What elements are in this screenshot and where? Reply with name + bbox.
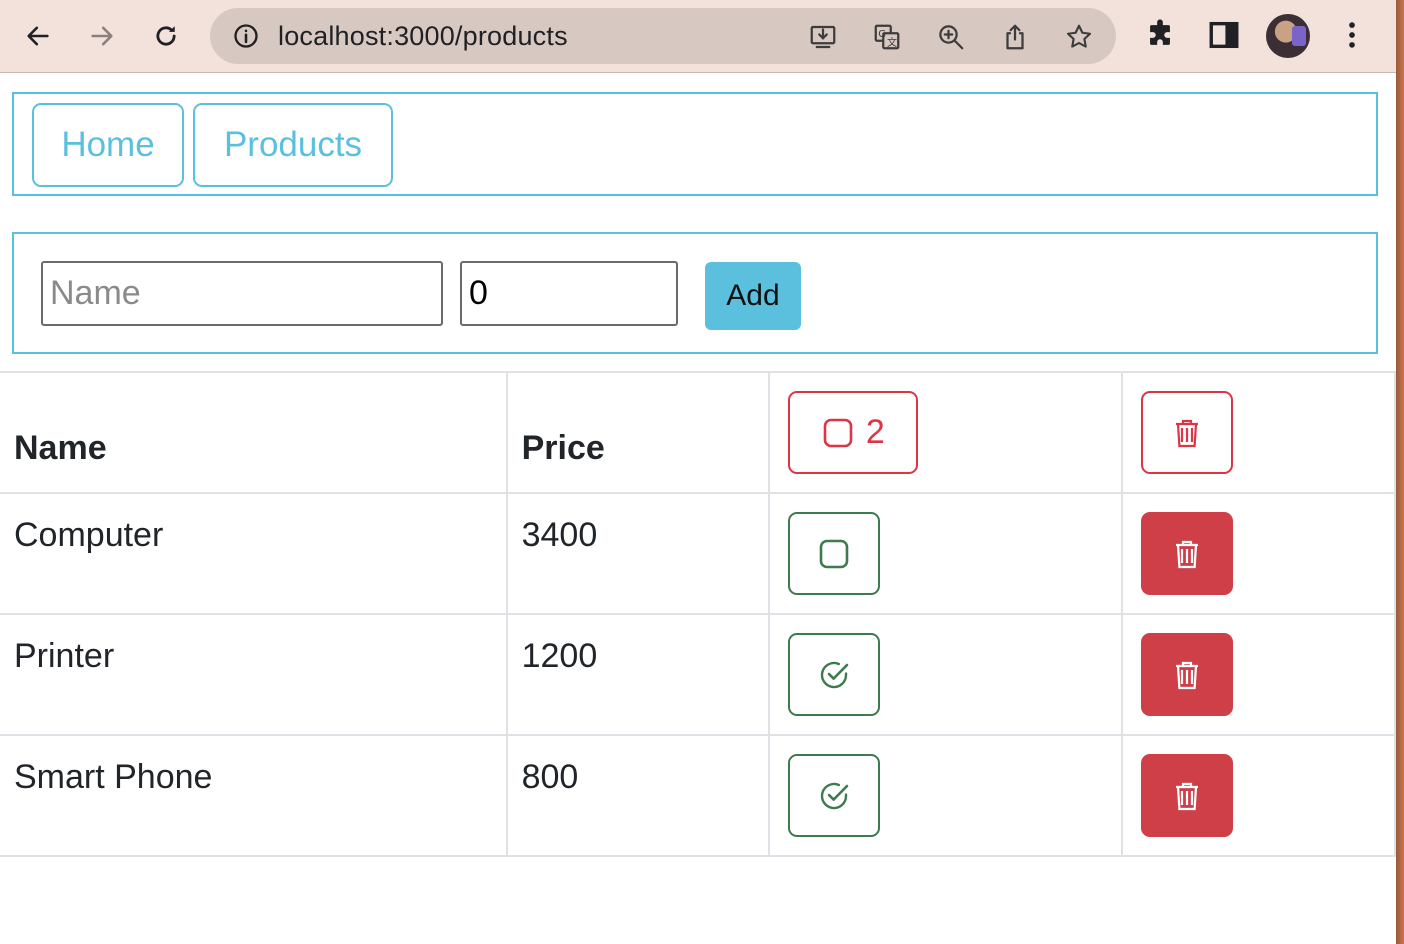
name-input[interactable] [41, 261, 443, 326]
header-delete-cell [1121, 371, 1396, 494]
forward-icon[interactable] [80, 14, 124, 58]
window-edge [1396, 0, 1404, 944]
url-text[interactable]: localhost:3000/products [278, 22, 568, 50]
price-input[interactable] [460, 261, 678, 326]
trash-icon [1176, 419, 1199, 447]
square-icon [820, 539, 849, 568]
cell-price: 3400 [505, 492, 771, 615]
checked-count-button[interactable]: 2 [788, 391, 919, 474]
address-bar[interactable]: localhost:3000/products G文 [210, 8, 1116, 64]
reload-icon[interactable] [144, 14, 188, 58]
menu-dots-icon[interactable] [1335, 18, 1369, 52]
table-row: Printer 1200 [0, 613, 1396, 736]
checked-count: 2 [865, 413, 885, 451]
extensions-icon[interactable] [1143, 18, 1177, 52]
translate-icon[interactable]: G文 [872, 22, 902, 52]
check-circle-icon [821, 782, 849, 809]
browser-toolbar: localhost:3000/products G文 [0, 0, 1396, 73]
toggle-check-button[interactable] [788, 633, 881, 716]
trash-icon [1176, 782, 1199, 810]
info-icon[interactable] [232, 22, 260, 50]
cell-price: 800 [505, 734, 771, 857]
add-product-form: Add [12, 232, 1378, 354]
table-header-row: Name Price 2 [0, 371, 1396, 494]
cell-price: 1200 [505, 613, 771, 736]
nav-products-button[interactable]: Products [193, 103, 393, 187]
svg-text:G: G [878, 29, 886, 40]
table-row: Computer 3400 [0, 492, 1396, 615]
header-name: Name [0, 371, 508, 494]
check-circle-icon [821, 661, 849, 688]
square-icon [823, 418, 853, 447]
cell-name: Printer [0, 613, 508, 736]
cell-name: Computer [0, 492, 508, 615]
side-panel-icon[interactable] [1207, 18, 1241, 52]
share-icon[interactable] [1000, 22, 1030, 52]
cell-name: Smart Phone [0, 734, 508, 857]
table-row: Smart Phone 800 [0, 734, 1396, 857]
cell-check [768, 492, 1124, 615]
toggle-check-button[interactable] [788, 512, 881, 595]
install-icon[interactable] [808, 22, 838, 52]
toggle-check-button[interactable] [788, 754, 881, 837]
app-navbar: Home Products [12, 92, 1378, 196]
delete-checked-button[interactable] [1141, 391, 1234, 474]
zoom-icon[interactable] [936, 22, 966, 52]
delete-row-button[interactable] [1141, 633, 1234, 716]
trash-icon [1176, 540, 1199, 568]
header-price: Price [505, 371, 771, 494]
header-check-cell: 2 [768, 371, 1124, 494]
delete-row-button[interactable] [1141, 754, 1234, 837]
profile-avatar[interactable] [1266, 14, 1310, 58]
delete-row-button[interactable] [1141, 512, 1234, 595]
cell-delete [1121, 492, 1396, 615]
back-icon[interactable] [16, 14, 60, 58]
nav-home-button[interactable]: Home [32, 103, 184, 187]
bookmark-star-icon[interactable] [1064, 22, 1094, 52]
svg-text:文: 文 [887, 36, 897, 49]
cell-delete [1121, 613, 1396, 736]
cell-check [768, 734, 1124, 857]
cell-check [768, 613, 1124, 736]
products-table: Name Price 2 Computer 3400 Printer 1200 Smar… [0, 371, 1396, 857]
trash-icon [1176, 661, 1199, 689]
add-button[interactable]: Add [705, 262, 801, 330]
cell-delete [1121, 734, 1396, 857]
